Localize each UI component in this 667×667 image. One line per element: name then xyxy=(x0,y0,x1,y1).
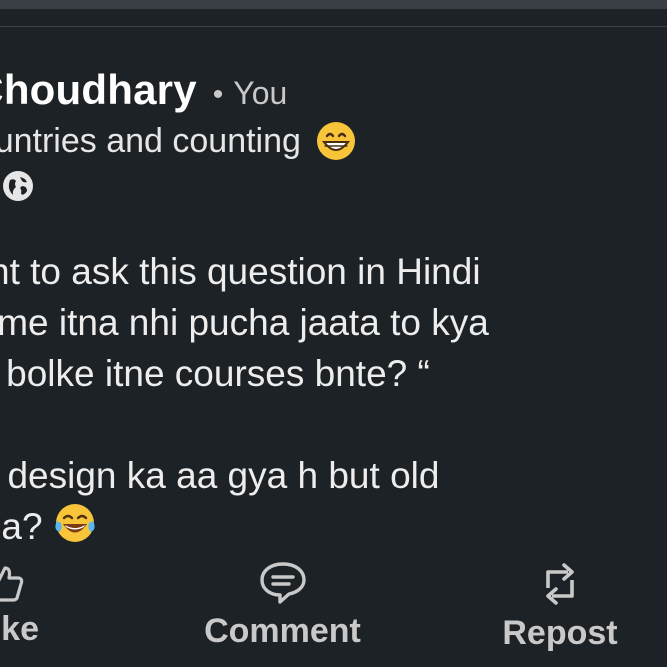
like-label: Like xyxy=(0,610,40,648)
body-line: ut I want to ask this question in Hindi xyxy=(0,251,481,292)
repost-label: Repost xyxy=(502,614,618,652)
body-line: system design ka aa gya h but old xyxy=(0,455,440,496)
face-with-tears-of-joy-emoji-icon xyxy=(53,501,97,545)
post-header: sh Choudhary • You xyxy=(0,66,287,114)
thumbs-up-icon xyxy=(0,560,27,604)
author-name[interactable]: sh Choudhary xyxy=(0,66,197,114)
post-actions-bar: Like Comment Repost xyxy=(0,560,667,667)
repost-icon xyxy=(538,560,582,608)
repost-button[interactable]: Repost xyxy=(490,560,630,653)
headline-text: ed into 38 countries and counting xyxy=(0,121,301,160)
author-relation: You xyxy=(233,75,288,111)
body-blank-line xyxy=(0,399,489,450)
body-line-text: alega na? xyxy=(0,506,43,547)
comment-icon xyxy=(258,560,308,606)
post-body: ut I want to ask this question in Hindi … xyxy=(0,246,489,552)
body-line: erview me itna nhi pucha jaata to kya xyxy=(0,302,489,343)
comment-button[interactable]: Comment xyxy=(190,560,375,651)
separator-dot: • xyxy=(212,78,224,111)
post-card: sh Choudhary • You ed into 38 countries … xyxy=(0,0,667,667)
body-line-last: alega na? xyxy=(0,501,489,552)
author-headline: ed into 38 countries and counting xyxy=(0,120,357,162)
post-meta xyxy=(0,168,36,204)
like-button[interactable]: Like xyxy=(0,560,80,649)
grinning-face-emoji-icon xyxy=(315,120,357,162)
body-line: oject h’ bolke itne courses bnte? “ xyxy=(0,353,430,394)
comment-label: Comment xyxy=(204,612,361,650)
globe-icon xyxy=(0,168,36,204)
